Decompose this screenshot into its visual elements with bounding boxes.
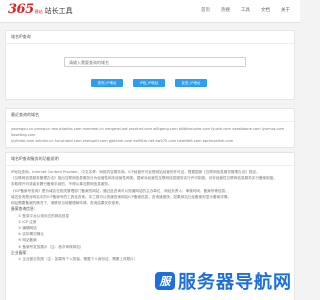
logo-title: 站长工具 — [44, 7, 73, 15]
main-nav: 首页 热搜 工具 文档 关于 — [201, 7, 290, 13]
nav-item-about[interactable]: 关于 — [281, 7, 290, 13]
logo-number: 365 — [8, 2, 34, 17]
domain-search-input[interactable] — [64, 57, 246, 67]
watermark-text: 服务器导航网 — [178, 272, 292, 293]
logo-tag: 建站 — [34, 9, 43, 14]
site-logo[interactable]: 365 建站 站长工具 — [8, 2, 73, 20]
watermark-logo-icon: 服 — [155, 272, 175, 290]
recent-domains-card: 最近查询的域名 yoomgou.cn prnew.cn mouchanka.co… — [5, 108, 295, 148]
ip-range-button[interactable]: IP段_IP地址 — [133, 79, 165, 87]
recent-card-title: 最近查询的域名 — [6, 109, 294, 122]
recent-domain-list[interactable]: lyyhmbi.com zzhdlm.cn hunshiwai.com zhen… — [6, 138, 294, 144]
description-title: 域名IP查询服务的功能说明 — [6, 153, 294, 166]
recent-domain-list[interactable]: yoomgou.cn prnew.cn mouchanka.com mxmmei… — [6, 122, 294, 138]
list-item: ① 企业营业执照（注：如果有个人担保，需要个人身份证，需要上传照片） — [18, 257, 138, 262]
top-bar: 365 建站 站长工具 首页 热搜 工具 文档 关于 — [0, 0, 300, 23]
nav-item-tools[interactable]: 工具 — [241, 7, 250, 13]
search-buttons: 查询_IP地址 IP段_IP地址 反查_IP地址 — [91, 79, 207, 87]
nav-item-docs[interactable]: 文档 — [261, 7, 270, 13]
reverse-ip-button[interactable]: 反查_IP地址 — [175, 79, 207, 87]
search-card-title: 域名IP查询 — [6, 31, 294, 44]
search-card: 域名IP查询 查询_IP地址 IP段_IP地址 反查_IP地址 — [5, 30, 295, 100]
query-ip-button[interactable]: 查询_IP地址 — [91, 79, 123, 87]
nav-item-hot[interactable]: 热搜 — [221, 7, 230, 13]
watermark: 服 服务器导航网 — [155, 268, 292, 294]
nav-item-home[interactable]: 首页 — [201, 7, 210, 13]
description-paragraph: IP地址查询，Internet Content Provider，中文名称：网络… — [11, 170, 260, 174]
